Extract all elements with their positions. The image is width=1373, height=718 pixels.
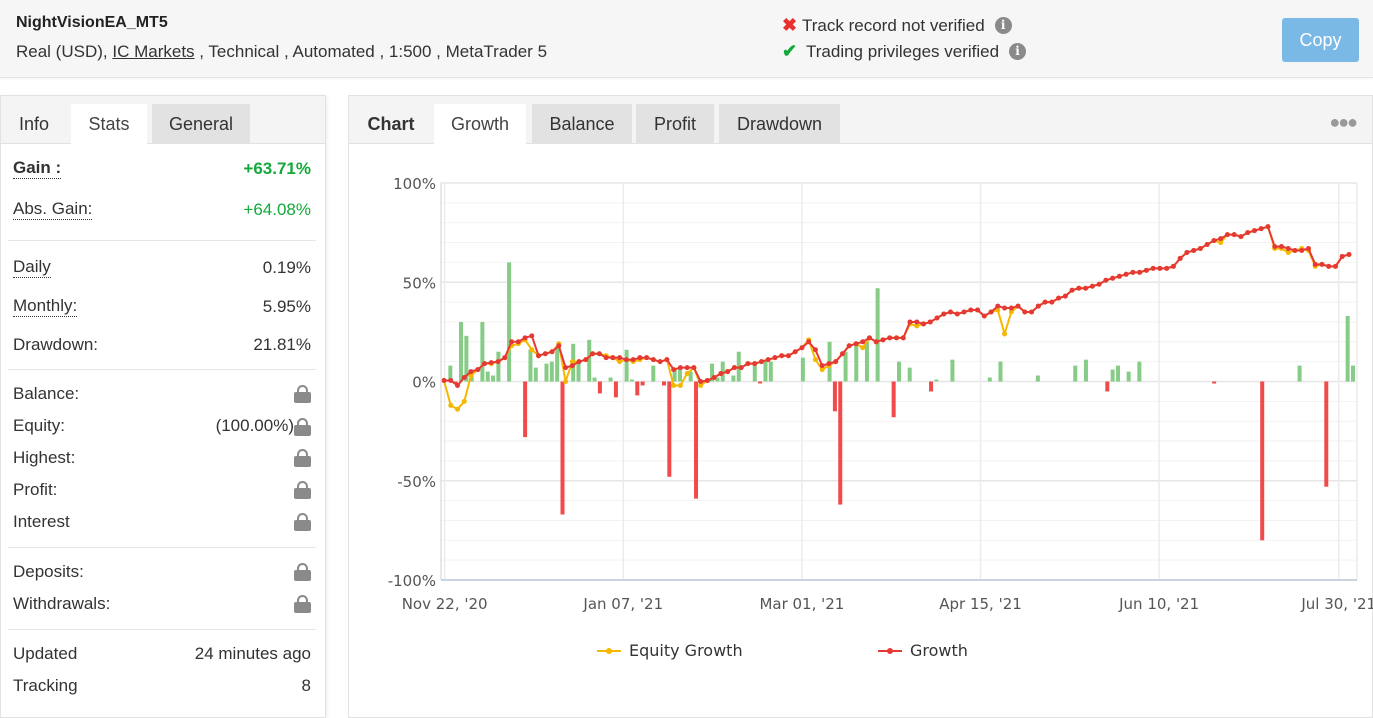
equity-label: Equity: <box>13 416 65 435</box>
profit-label: Profit: <box>13 480 58 499</box>
trading-privileges-label: Trading privileges verified <box>806 41 1000 61</box>
gain-label[interactable]: Gain : <box>13 158 62 179</box>
system-meta: Real (USD), IC Markets , Technical , Aut… <box>16 42 547 62</box>
lock-icon <box>294 595 311 613</box>
tab-balance[interactable]: Balance <box>532 104 632 144</box>
lock-icon <box>294 385 311 403</box>
abs-gain-label[interactable]: Abs. Gain: <box>13 199 93 220</box>
trading-privileges-status: ✔ Trading privileges verified i <box>782 41 1027 62</box>
chart-tabs-title: Chart <box>367 114 415 134</box>
gain-row: Gain : +63.71% <box>13 158 311 179</box>
monthly-value: 5.95% <box>262 296 311 316</box>
system-meta-rest: , Technical , Automated , 1:500 , MetaTr… <box>194 42 548 61</box>
withdrawals-label: Withdrawals: <box>13 594 111 613</box>
drawdown-value: 21.81% <box>253 335 311 354</box>
divider <box>8 547 316 548</box>
drawdown-label: Drawdown: <box>13 335 99 354</box>
deposits-row: Deposits: <box>13 562 311 582</box>
deposits-label: Deposits: <box>13 562 84 581</box>
stats-panel: Info Stats General Gain : +63.71% Abs. G… <box>0 95 326 718</box>
equity-value: (100.00%) <box>215 416 294 435</box>
daily-value: 0.19% <box>262 257 311 277</box>
info-icon[interactable]: i <box>1009 43 1027 60</box>
chart-panel: Chart Growth Balance Profit Drawdown ●●● <box>348 95 1373 718</box>
daily-row: Daily 0.19% <box>13 257 311 278</box>
monthly-row: Monthly: 5.95% <box>13 296 311 317</box>
stats-tabs: Info Stats General <box>1 96 325 144</box>
monthly-label[interactable]: Monthly: <box>13 296 78 317</box>
abs-gain-value: +64.08% <box>243 199 311 219</box>
highest-row: Highest: <box>13 448 311 468</box>
lock-icon <box>294 449 311 467</box>
tracking-label: Tracking <box>13 676 78 695</box>
tab-stats[interactable]: Stats <box>71 104 147 144</box>
drawdown-row: Drawdown: 21.81% <box>13 335 311 355</box>
tab-profit[interactable]: Profit <box>636 104 714 144</box>
track-record-label: Track record not verified <box>802 15 985 35</box>
lock-icon <box>294 481 311 499</box>
tab-drawdown[interactable]: Drawdown <box>719 104 840 144</box>
tab-growth[interactable]: Growth <box>434 104 526 144</box>
more-dots-icon[interactable]: ●●● <box>1329 112 1358 133</box>
withdrawals-row: Withdrawals: <box>13 594 311 614</box>
lock-icon <box>294 417 311 436</box>
tab-general[interactable]: General <box>152 104 250 144</box>
daily-label[interactable]: Daily <box>13 257 51 278</box>
gain-value: +63.71% <box>243 158 311 178</box>
track-record-status: ✖ Track record not verified i <box>782 15 1012 36</box>
divider <box>8 240 316 241</box>
check-icon: ✔ <box>782 41 798 61</box>
interest-row: Interest <box>13 512 311 532</box>
abs-gain-row: Abs. Gain: +64.08% <box>13 199 311 220</box>
tracking-row: Tracking 8 <box>13 676 311 696</box>
balance-row: Balance: <box>13 384 311 404</box>
divider <box>8 629 316 630</box>
updated-value: 24 minutes ago <box>194 644 311 663</box>
system-name: NightVisionEA_MT5 <box>16 14 168 31</box>
updated-label: Updated <box>13 644 78 663</box>
lock-icon <box>294 513 311 531</box>
tracking-value: 8 <box>301 676 311 695</box>
account-type: Real (USD), <box>16 42 108 61</box>
tab-info[interactable]: Info <box>1 104 67 144</box>
system-header: NightVisionEA_MT5 Real (USD), IC Markets… <box>0 0 1373 78</box>
x-icon: ✖ <box>782 15 798 35</box>
copy-button[interactable]: Copy <box>1282 18 1359 62</box>
lock-icon <box>294 563 311 581</box>
interest-label: Interest <box>13 512 70 531</box>
broker-link[interactable]: IC Markets <box>112 42 194 61</box>
updated-row: Updated 24 minutes ago <box>13 644 311 664</box>
info-icon[interactable]: i <box>994 17 1012 34</box>
highest-label: Highest: <box>13 448 76 467</box>
chart-tabs: Chart Growth Balance Profit Drawdown ●●● <box>349 96 1372 144</box>
profit-row: Profit: <box>13 480 311 500</box>
equity-row: Equity: (100.00%) <box>13 416 311 436</box>
divider <box>8 369 316 370</box>
balance-label: Balance: <box>13 384 80 403</box>
